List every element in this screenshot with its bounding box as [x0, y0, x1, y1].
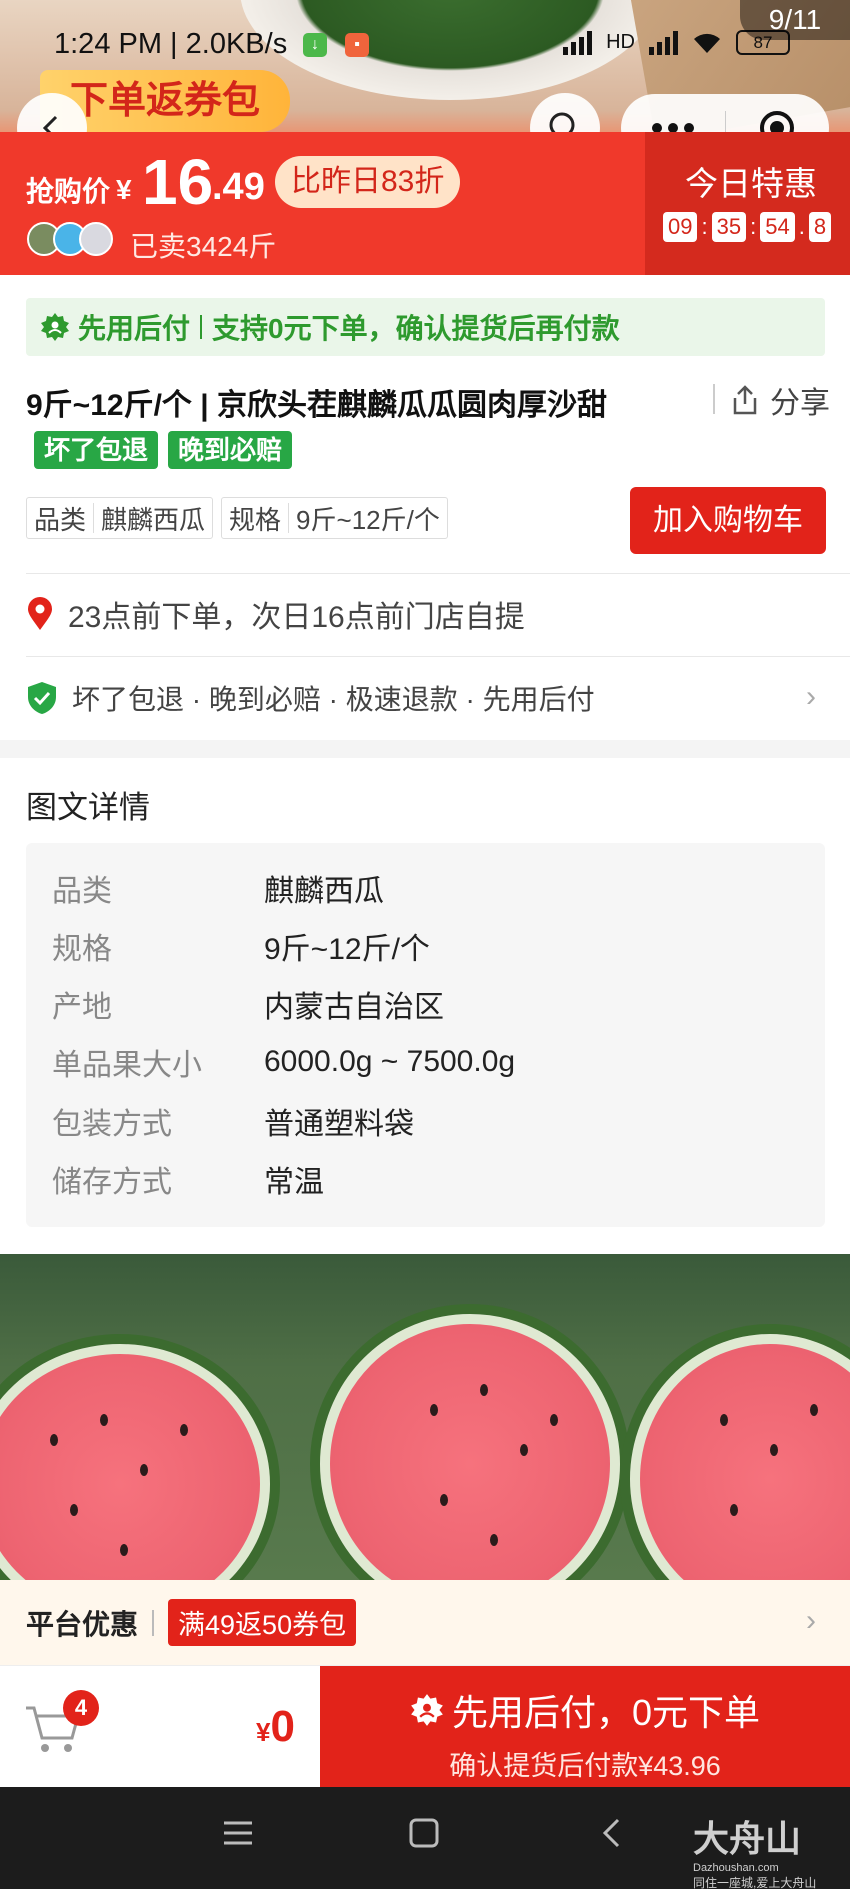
attribute-key: 包装方式: [52, 1108, 172, 1141]
checkout-title: 先用后付，0元下单: [451, 1692, 761, 1733]
price-currency: ¥: [116, 174, 132, 205]
divider: [152, 1609, 155, 1636]
spec-chips: 品类 麒麟西瓜 规格 9斤~12斤/个: [26, 497, 448, 539]
pickup-info: 23点前下单，次日16点前门店自提: [26, 592, 525, 636]
guarantee-tags: 坏了包退 晚到必赔: [34, 431, 293, 469]
bottom-action-bar: 4 ¥0 先用后付，0元下单 确认提货后付款¥43.96: [0, 1665, 850, 1788]
cart-count-badge: 4: [63, 1690, 99, 1726]
tag-return: 坏了包退: [34, 431, 159, 469]
price-label: 抢购价: [26, 176, 111, 207]
cart-amount: 0: [270, 1702, 295, 1751]
service-text: 坏了包退 · 晚到必赔 · 极速退款 · 先用后付: [72, 684, 595, 715]
location-pin-icon: [28, 597, 52, 630]
chevron-right-icon[interactable]: ›: [806, 680, 816, 714]
watermark-slogan: 同住一座城,爱上大舟山: [693, 1876, 817, 1889]
countdown-timer: 09: 35: 54. 8: [663, 212, 832, 242]
cart-currency: ¥: [256, 1717, 271, 1747]
chevron-right-icon: ›: [806, 1604, 816, 1637]
promo-label: 平台优惠: [26, 1608, 139, 1640]
attribute-key: 品类: [52, 875, 112, 908]
detail-section-title: 图文详情: [26, 790, 150, 825]
product-detail-photo: [0, 1254, 850, 1580]
cart-total: ¥0: [256, 1702, 295, 1752]
spec-category: 品类 麒麟西瓜: [26, 497, 214, 539]
avatar: [79, 222, 113, 256]
price-integer: 16: [142, 146, 214, 218]
service-guarantee-row[interactable]: 坏了包退 · 晚到必赔 · 极速退款 · 先用后付: [26, 678, 595, 718]
download-icon: ↓: [303, 33, 327, 57]
add-to-cart-button[interactable]: 加入购物车: [630, 487, 826, 554]
product-title: 9斤~12斤/个 | 京欣头茬麒麟瓜瓜圆肉厚沙甜: [26, 389, 607, 422]
site-watermark: 大舟山 Dazhoushan.com 同住一座城,爱上大舟山: [693, 1810, 816, 1889]
back-nav-icon[interactable]: [596, 1817, 628, 1849]
watermelon-half: [0, 1344, 270, 1580]
spec-category-value: 麒麟西瓜: [101, 504, 206, 535]
pay-later-desc: 支持0元下单，确认提货后再付款: [212, 313, 620, 344]
pay-later-badge-icon: [411, 1694, 443, 1726]
watermelon-half: [630, 1334, 850, 1580]
spec-size-value: 9斤~12斤/个: [296, 504, 440, 535]
buyer-avatars: [27, 222, 113, 256]
attribute-row: 品类 麒麟西瓜: [52, 859, 384, 917]
timer-minutes: 35: [711, 212, 747, 242]
watermelon-half: [320, 1314, 620, 1580]
section-gap: [0, 740, 850, 758]
status-time: 1:24 PM | 2.0KB/s: [54, 28, 288, 60]
home-icon[interactable]: [408, 1817, 440, 1849]
checkout-subtitle: 确认提货后付款¥43.96: [449, 1751, 721, 1781]
network-label: HD: [606, 31, 635, 53]
attribute-row: 单品果大小 6000.0g ~ 7500.0g: [52, 1033, 515, 1091]
promo-badge: 满49返50券包: [168, 1599, 357, 1646]
image-page-counter: 9/11: [740, 0, 850, 40]
timer-hours: 09: [663, 212, 698, 242]
sold-count: 已卖3424斤: [130, 231, 277, 262]
attribute-row: 包装方式 普通塑料袋: [52, 1092, 414, 1150]
app-notification-icon: ▪: [345, 33, 369, 57]
wifi-icon: [694, 33, 720, 53]
share-button[interactable]: 分享: [730, 378, 830, 422]
price-decimal: .49: [212, 166, 265, 208]
divider: [26, 656, 850, 657]
timer-tenths: 8: [808, 212, 832, 242]
signal-2-icon: [649, 30, 678, 55]
tag-late-compensate: 晚到必赔: [168, 431, 293, 469]
attribute-key: 规格: [52, 933, 112, 966]
menu-icon[interactable]: [222, 1817, 254, 1849]
signal-icon: [563, 30, 593, 55]
watermark-name: 大舟山: [693, 1818, 802, 1859]
attribute-row: 规格 9斤~12斤/个: [52, 917, 430, 975]
platform-promo-row[interactable]: 平台优惠 满49返50券包 ›: [0, 1580, 850, 1665]
attribute-value: 普通塑料袋: [264, 1108, 414, 1141]
spec-size: 规格 9斤~12斤/个: [221, 497, 448, 539]
divider: [200, 315, 203, 339]
pay-later-badge-icon: [41, 313, 69, 341]
discount-badge: 比昨日83折: [275, 156, 461, 208]
pay-later-bar[interactable]: 先用后付 支持0元下单，确认提货后再付款: [26, 298, 825, 356]
pay-later-checkout-button[interactable]: 先用后付，0元下单 确认提货后付款¥43.96: [320, 1666, 850, 1788]
attribute-key: 单品果大小: [52, 1049, 202, 1082]
attribute-row: 产地 内蒙古自治区: [52, 975, 444, 1033]
divider: [26, 573, 850, 574]
share-divider: [713, 384, 715, 414]
attribute-value: 9斤~12斤/个: [264, 933, 430, 966]
attribute-value: 6000.0g ~ 7500.0g: [264, 1045, 516, 1078]
shield-check-icon: [28, 682, 56, 714]
attribute-value: 常温: [264, 1166, 324, 1199]
timer-seconds: 54: [760, 212, 795, 242]
share-label: 分享: [770, 387, 830, 420]
share-icon: [733, 385, 757, 415]
attribute-key: 储存方式: [52, 1166, 172, 1199]
pickup-text: 23点前下单，次日16点前门店自提: [68, 601, 525, 634]
checkout-line1: 先用后付，0元下单: [320, 1684, 850, 1736]
attribute-value: 内蒙古自治区: [264, 991, 444, 1024]
watermark-domain: Dazhoushan.com: [693, 1862, 779, 1874]
spec-size-label: 规格: [229, 504, 282, 535]
attribute-table: 品类 麒麟西瓜 规格 9斤~12斤/个 产地 内蒙古自治区 单品果大小 6000…: [26, 843, 825, 1227]
attribute-value: 麒麟西瓜: [264, 875, 384, 908]
deal-title: 今日特惠: [685, 165, 817, 202]
spec-category-label: 品类: [34, 504, 87, 535]
pay-later-label: 先用后付: [78, 313, 191, 344]
attribute-row: 储存方式 常温: [52, 1150, 324, 1208]
attribute-key: 产地: [52, 991, 112, 1024]
